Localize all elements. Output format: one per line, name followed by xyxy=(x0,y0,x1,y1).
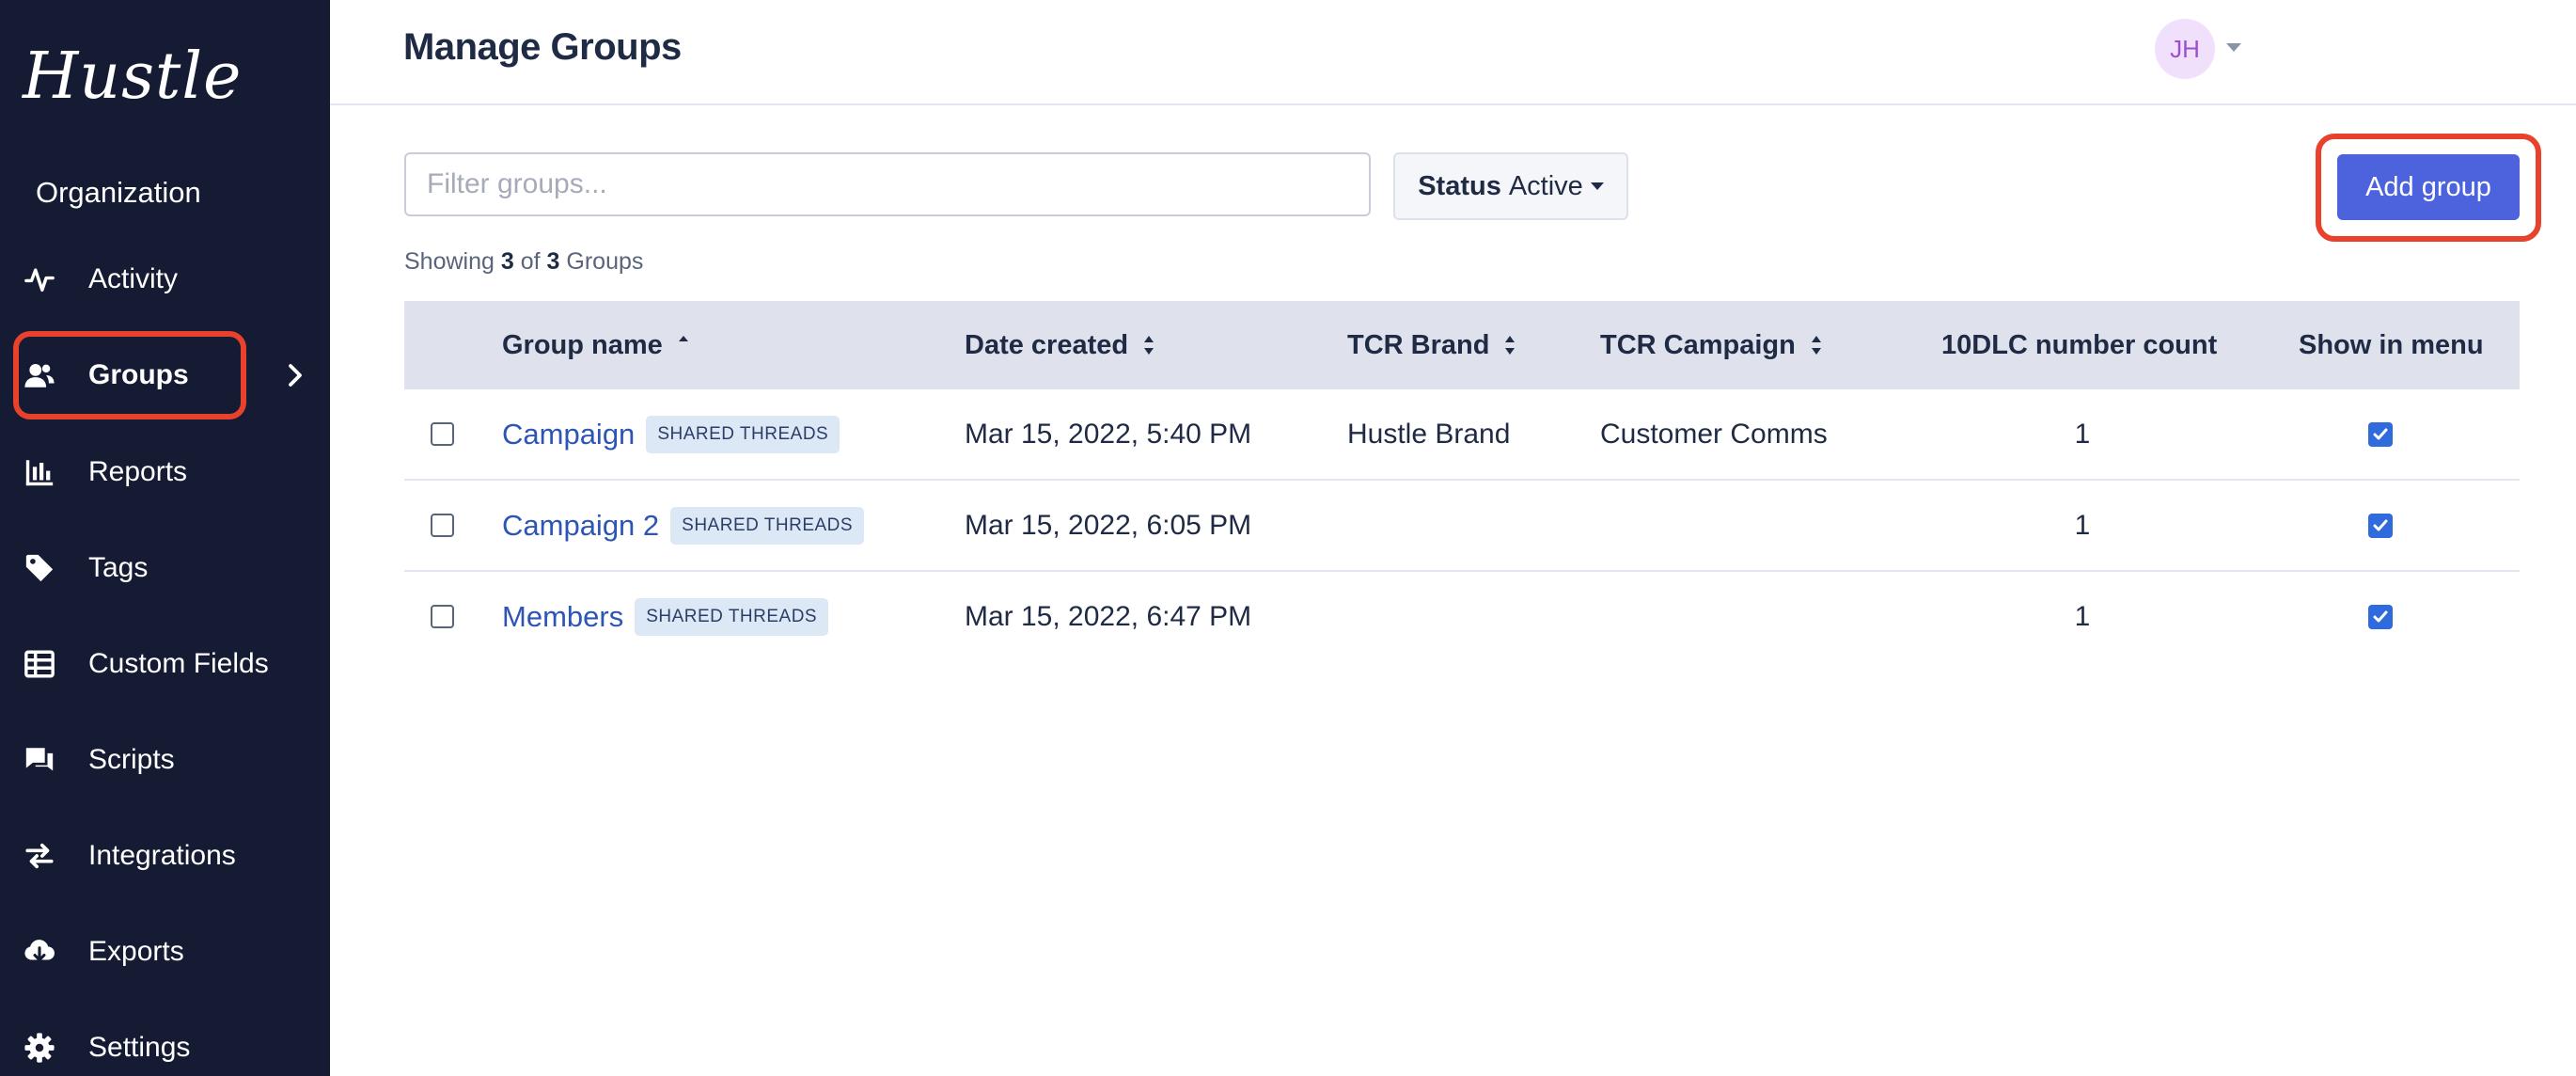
checkmark-icon xyxy=(2373,519,2388,530)
sidebar-item-scripts[interactable]: Scripts xyxy=(0,718,330,802)
sidebar-item-label: Settings xyxy=(88,1032,191,1063)
shared-threads-badge: SHARED THREADS xyxy=(635,597,829,636)
number-count-cell: 1 xyxy=(2074,600,2091,632)
sidebar-item-integrations[interactable]: Integrations xyxy=(0,814,330,898)
sort-icon xyxy=(1144,336,1154,355)
table-header: Group name Date created TCR Brand TCR Ca… xyxy=(404,301,2520,389)
chevron-right-icon xyxy=(289,364,302,387)
add-group-button[interactable]: Add group xyxy=(2337,154,2520,220)
caret-down-icon xyxy=(1590,182,1604,190)
table-row: Campaign 2 SHARED THREADS Mar 15, 2022, … xyxy=(404,481,2520,572)
status-filter-key: Status xyxy=(1418,170,1501,201)
sort-icon xyxy=(1811,336,1821,355)
group-name-link[interactable]: Campaign xyxy=(502,418,635,451)
table-icon xyxy=(23,647,56,681)
number-count-cell: 1 xyxy=(2074,509,2091,541)
sidebar-item-tags[interactable]: Tags xyxy=(0,526,330,610)
table-row: Members SHARED THREADS Mar 15, 2022, 6:4… xyxy=(404,572,2520,663)
sidebar-item-exports[interactable]: Exports xyxy=(0,910,330,994)
sidebar-section-title: Organization xyxy=(36,176,201,209)
group-name-link[interactable]: Campaign 2 xyxy=(502,509,659,543)
number-count-cell: 1 xyxy=(2074,418,2091,450)
show-in-menu-checkbox[interactable] xyxy=(2368,604,2393,629)
group-name-link[interactable]: Members xyxy=(502,600,623,634)
page-header: Manage Groups xyxy=(330,0,2576,105)
sidebar-item-reports[interactable]: Reports xyxy=(0,430,330,514)
sidebar-item-label: Reports xyxy=(88,456,188,487)
sort-icon xyxy=(1505,336,1516,355)
table-row: Campaign SHARED THREADS Mar 15, 2022, 5:… xyxy=(404,389,2520,481)
sidebar-item-custom-fields[interactable]: Custom Fields xyxy=(0,622,330,706)
groups-highlight-box xyxy=(13,331,246,419)
sort-ascending-icon xyxy=(678,336,688,341)
date-created-cell: Mar 15, 2022, 6:47 PM xyxy=(965,600,1252,632)
shared-threads-badge: SHARED THREADS xyxy=(670,506,865,545)
gear-icon xyxy=(23,1031,56,1065)
checkmark-icon xyxy=(2373,428,2388,439)
sidebar: Hustle Organization Activity Groups Repo… xyxy=(0,0,330,1076)
status-filter-value: Active xyxy=(1508,170,1583,201)
show-in-menu-checkbox[interactable] xyxy=(2368,421,2393,447)
column-header-tcr-campaign[interactable]: TCR Campaign xyxy=(1600,301,1824,389)
sidebar-item-label: Custom Fields xyxy=(88,648,269,679)
column-header-show-in-menu: Show in menu xyxy=(2299,329,2484,360)
shared-threads-badge: SHARED THREADS xyxy=(646,415,840,453)
sidebar-item-settings[interactable]: Settings xyxy=(0,1005,330,1076)
column-header-10dlc-count: 10DLC number count xyxy=(1941,329,2218,360)
chat-icon xyxy=(23,743,56,777)
column-header-tcr-brand[interactable]: TCR Brand xyxy=(1347,301,1517,389)
tcr-brand-cell: Hustle Brand xyxy=(1347,418,1511,450)
groups-table: Group name Date created TCR Brand TCR Ca… xyxy=(404,301,2520,663)
activity-icon xyxy=(23,262,56,296)
date-created-cell: Mar 15, 2022, 6:05 PM xyxy=(965,509,1252,541)
page-title: Manage Groups xyxy=(403,26,682,68)
column-header-date-created[interactable]: Date created xyxy=(965,301,1156,389)
sidebar-item-label: Activity xyxy=(88,263,179,294)
row-select-checkbox[interactable] xyxy=(431,422,454,446)
filter-groups-input[interactable] xyxy=(404,152,1371,216)
tag-icon xyxy=(23,551,56,585)
swap-icon xyxy=(23,839,56,873)
sidebar-item-label: Tags xyxy=(88,552,149,583)
show-in-menu-checkbox[interactable] xyxy=(2368,513,2393,538)
sidebar-item-label: Integrations xyxy=(88,840,236,871)
row-select-checkbox[interactable] xyxy=(431,605,454,628)
date-created-cell: Mar 15, 2022, 5:40 PM xyxy=(965,418,1252,450)
column-header-group-name[interactable]: Group name xyxy=(502,301,691,389)
tcr-campaign-cell: Customer Comms xyxy=(1600,418,1828,450)
row-select-checkbox[interactable] xyxy=(431,514,454,537)
sidebar-item-label: Exports xyxy=(88,936,184,967)
cloud-download-icon xyxy=(23,935,56,969)
sidebar-item-activity[interactable]: Activity xyxy=(0,237,330,322)
app-logo: Hustle xyxy=(23,40,243,114)
checkmark-icon xyxy=(2373,610,2388,622)
sidebar-item-label: Scripts xyxy=(88,744,175,775)
status-filter-dropdown[interactable]: Status Active xyxy=(1393,152,1628,220)
bar-chart-icon xyxy=(23,455,56,489)
results-summary: Showing 3 of 3 Groups xyxy=(404,248,644,275)
caret-down-icon[interactable] xyxy=(2226,43,2241,52)
avatar[interactable]: JH xyxy=(2155,19,2215,79)
